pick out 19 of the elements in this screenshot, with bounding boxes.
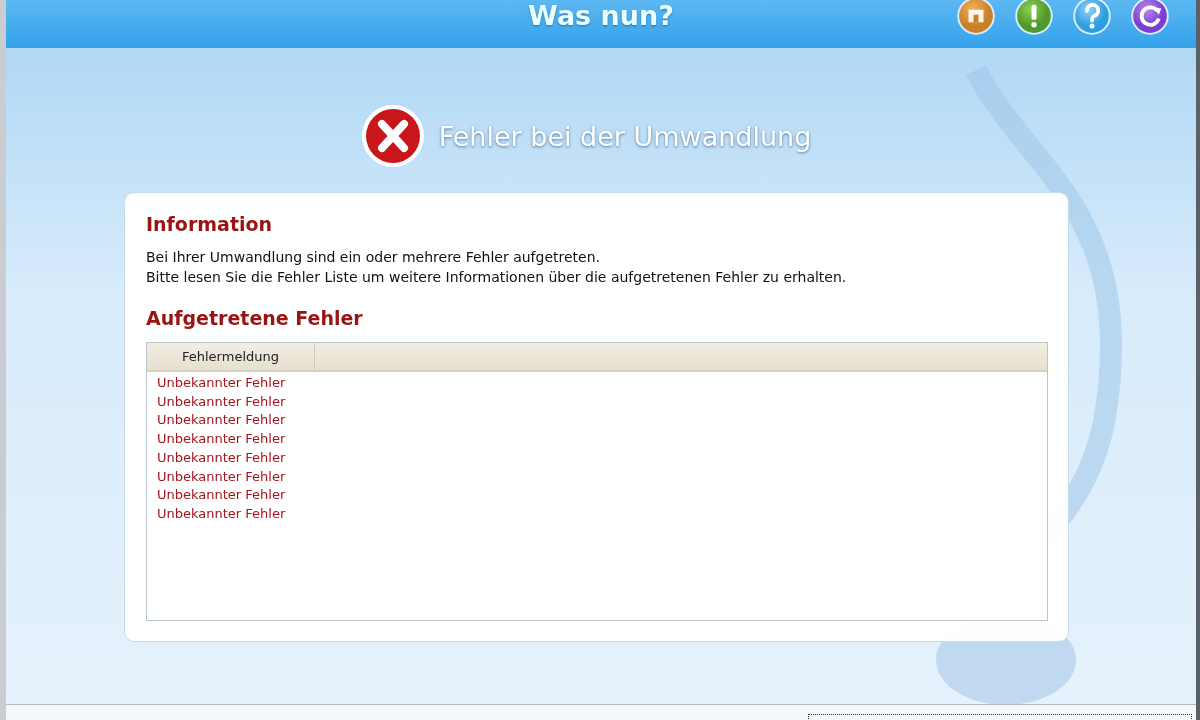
exclamation-button[interactable]: [1014, 0, 1054, 36]
error-message: Unbekannter Fehler: [157, 467, 286, 486]
column-header[interactable]: Fehlermeldung: [147, 343, 315, 370]
error-message: Unbekannter Fehler: [157, 374, 286, 392]
section-title: Aufgetretene Fehler: [146, 307, 364, 329]
section-title: Information: [146, 213, 274, 235]
page-heading: Fehler bei der Umwandlung: [438, 120, 812, 152]
info-text: Bei Ihrer Umwandlung sind ein oder mehrere Fehler aufgetreten. Bitte lesen Sie die Fehler Liste um weitere Informationen über die aufgetretenen Fehler zu erhalten.: [146, 248, 848, 287]
house-button[interactable]: [956, 0, 996, 36]
error-message: Unbekannter Fehler: [157, 504, 286, 523]
error-message: Unbekannter Fehler: [157, 430, 286, 449]
error-message: Unbekannter Fehler: [157, 411, 286, 430]
refresh-button[interactable]: [1130, 0, 1170, 36]
error-icon: [360, 104, 425, 168]
help-button[interactable]: [1072, 0, 1112, 36]
window-title: Was nun?: [528, 0, 674, 31]
error-message: Unbekannter Fehler: [157, 486, 286, 505]
error-message: Unbekannter Fehler: [157, 392, 286, 411]
error-message: Unbekannter Fehler: [157, 448, 286, 467]
